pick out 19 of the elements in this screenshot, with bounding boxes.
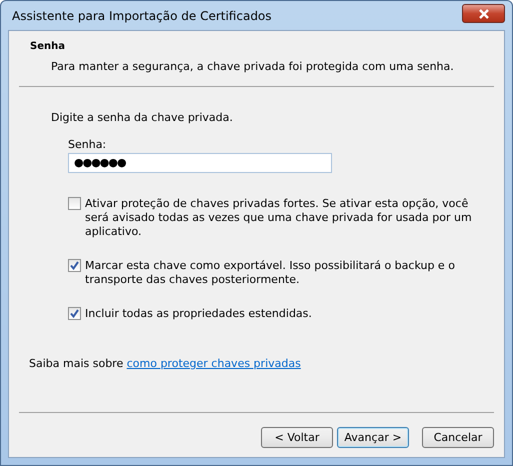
instruction-text: Digite a senha da chave privada. bbox=[51, 111, 234, 124]
checkbox-label: Marcar esta chave como exportável. Isso possibilitará o backup e o transporte das chaves posteriormente. bbox=[85, 259, 456, 287]
wizard-button[interactable]: Cancelar bbox=[422, 427, 494, 448]
window-title: Assistente para Importação de Certificados bbox=[11, 8, 272, 22]
close-icon bbox=[476, 8, 490, 18]
page-description: Para manter a segurança, a chave privada foi protegida com uma senha. bbox=[51, 60, 455, 73]
password-field[interactable]: ●●●●●● bbox=[68, 153, 332, 173]
checkbox-label: Incluir todas as propriedades estendidas. bbox=[85, 307, 312, 321]
checkbox[interactable] bbox=[68, 259, 81, 272]
checkbox[interactable] bbox=[68, 197, 81, 210]
help-link[interactable]: como proteger chaves privadas bbox=[126, 357, 301, 370]
learn-more-text: Saiba mais sobre bbox=[29, 357, 124, 370]
wizard-button[interactable]: < Voltar bbox=[261, 427, 333, 448]
password-label: Senha: bbox=[68, 138, 108, 151]
wizard-button[interactable]: Avançar > bbox=[337, 427, 409, 448]
page-heading: Senha bbox=[30, 41, 66, 52]
close-button[interactable] bbox=[462, 4, 505, 23]
checkbox-label: Ativar proteção de chaves privadas fortes. Se ativar esta opção, você será avisado todas as vezes que uma chave privada for usada por um aplicativo. bbox=[85, 197, 473, 239]
checkbox[interactable] bbox=[68, 307, 81, 320]
